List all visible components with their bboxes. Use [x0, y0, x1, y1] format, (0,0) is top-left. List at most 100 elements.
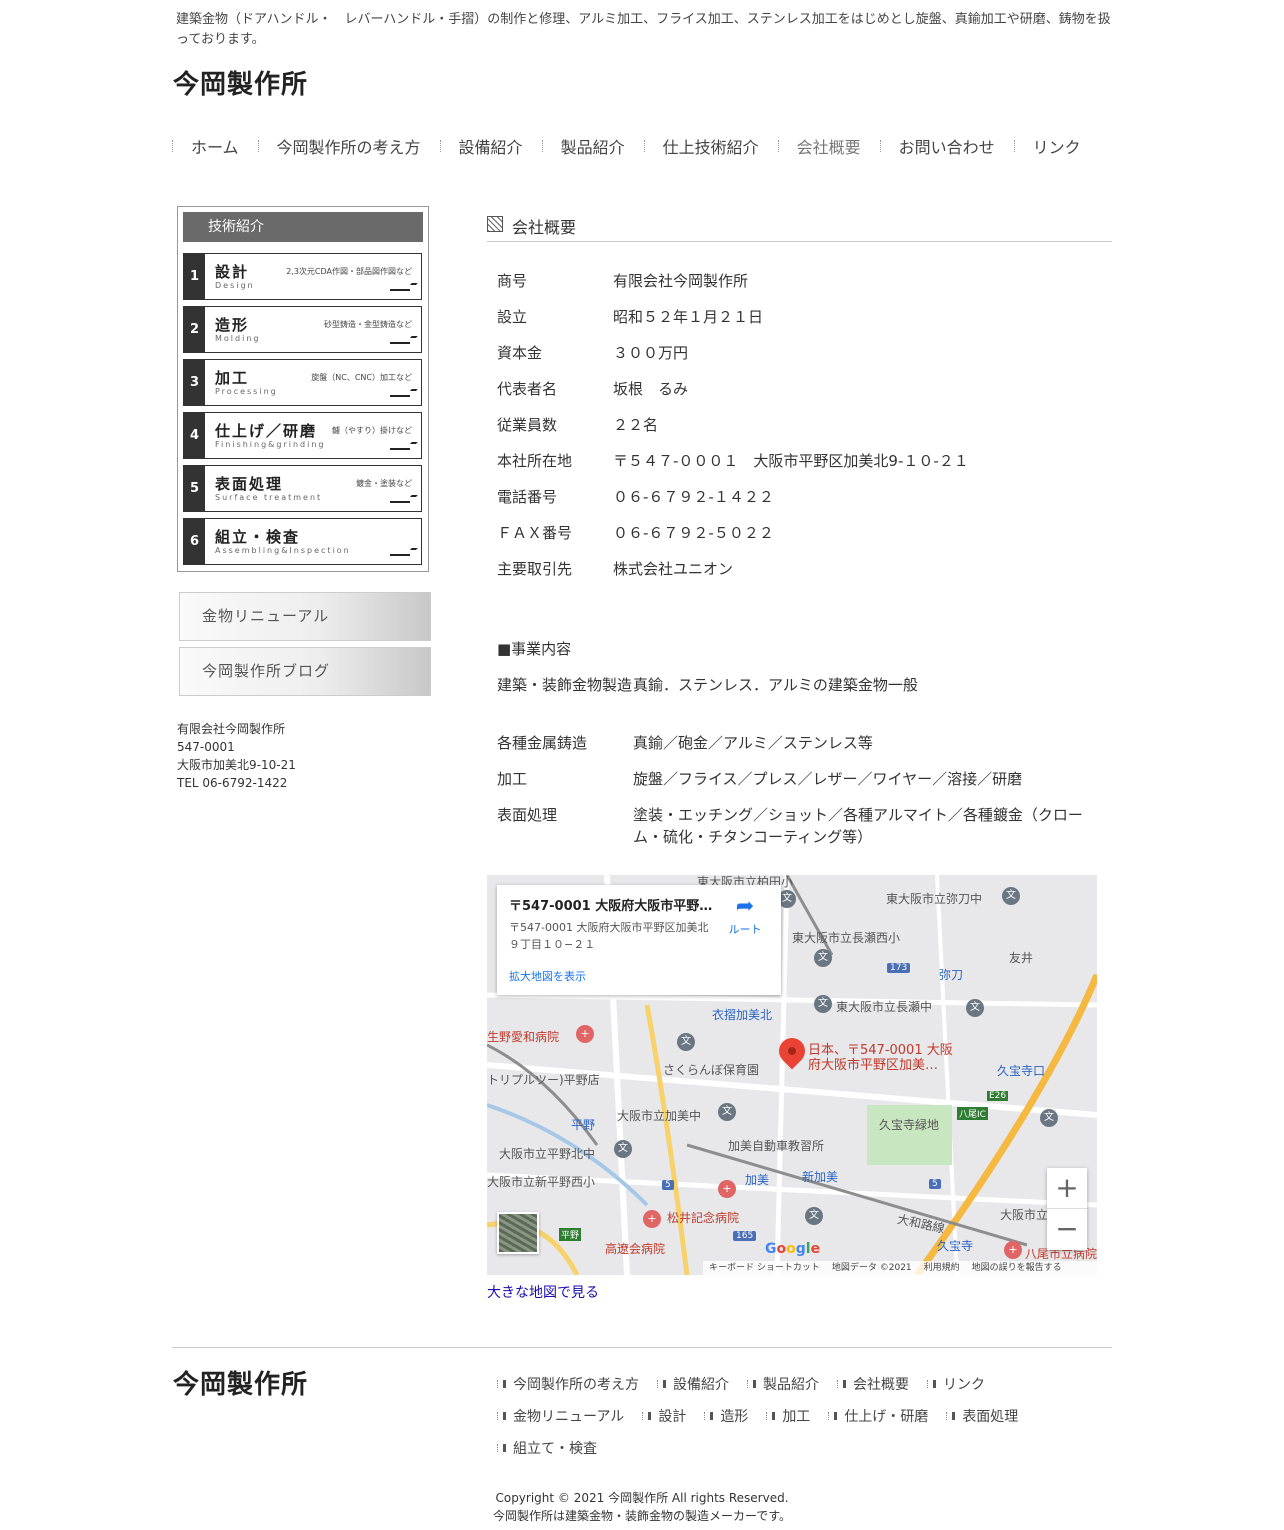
footer-link[interactable]: 仕上げ・研磨	[828, 1400, 928, 1432]
map-label: 大阪市立新平野西小	[487, 1175, 596, 1189]
map-label: 弥刀	[939, 968, 964, 982]
arrow-icon	[390, 551, 410, 556]
map-label: 衣摺加美北	[712, 1008, 773, 1022]
footer-link[interactable]: 加工	[766, 1400, 810, 1432]
profile-row: 代表者名 坂根 るみ	[497, 379, 689, 398]
footer-divider	[172, 1347, 1112, 1348]
profile-row: 商号 有限会社今岡製作所	[497, 271, 749, 290]
keyboard-shortcuts-link[interactable]: キーボード ショートカット	[709, 1261, 820, 1275]
profile-row: 従業員数 ２２名	[497, 415, 659, 434]
tech-item-assembly[interactable]: 6 組立・検査 Assembling&Inspection	[183, 518, 422, 565]
map-label: 久宝寺口	[997, 1064, 1046, 1078]
marker-label: 日本、〒547-0001 大阪府大阪市平野区加美…	[808, 1043, 953, 1073]
map-label: 大阪市立	[1000, 1208, 1049, 1222]
footer-link[interactable]: 表面処理	[946, 1400, 1018, 1432]
banner-blog[interactable]: 今岡製作所ブログ	[179, 647, 431, 696]
profile-row: 本社所在地 〒５４７-０００１ 大阪市平野区加美北9-１０-２１	[497, 451, 969, 470]
map-label: 平野	[571, 1118, 596, 1132]
tech-item-surface[interactable]: 5 表面処理 Surface treatment 鍍金・塗装など	[183, 465, 422, 512]
footer-link[interactable]: 金物リニューアル	[497, 1400, 624, 1432]
school-icon: 文	[814, 995, 832, 1013]
map-label: 東大阪市立長瀬中	[836, 1000, 933, 1014]
satellite-toggle[interactable]	[497, 1212, 539, 1254]
global-nav: ホーム 今岡製作所の考え方 設備紹介 製品紹介 仕上技術紹介 会社概要 お問い合…	[172, 130, 1112, 162]
map-label: 加美	[745, 1173, 770, 1187]
route-shield: 平野	[559, 1228, 582, 1241]
nav-item-equipment[interactable]: 設備紹介	[439, 130, 542, 162]
section-heading: 会社概要	[487, 212, 1112, 242]
map-attribution: キーボード ショートカット 地図データ ©2021 利用規約 地図の誤りを報告す…	[703, 1261, 1097, 1275]
school-icon: 文	[814, 949, 832, 967]
map-label: 大阪市立平野北中	[499, 1147, 596, 1161]
footer-link[interactable]: 造形	[704, 1400, 748, 1432]
info-title: 〒547-0001 大阪府大阪市平野…	[509, 899, 713, 914]
tech-item-molding[interactable]: 2 造形 Molding 砂型鋳造・金型鋳造など	[183, 306, 422, 353]
school-icon: 文	[805, 1207, 823, 1225]
business-row: 建築・装飾金物製造 真鍮．ステンレス．アルミの建築金物一般	[497, 676, 918, 694]
footer-link[interactable]: 組立て・検査	[497, 1432, 597, 1464]
nav-item-contact[interactable]: お問い合わせ	[879, 130, 1014, 162]
footer-link[interactable]: 今岡製作所の考え方	[497, 1368, 639, 1400]
map-data-credit: 地図データ ©2021	[831, 1263, 912, 1273]
map-label: 東大阪市立弥刀中	[886, 892, 983, 906]
footer-link[interactable]: 設備紹介	[657, 1368, 729, 1400]
map-label: 大阪市立加美中	[617, 1109, 702, 1123]
footer-link[interactable]: 設計	[642, 1400, 686, 1432]
map-label: さくらんぼ保育園	[663, 1063, 760, 1077]
nav-item-home[interactable]: ホーム	[172, 130, 258, 162]
business-row: 各種金属鋳造 真鍮／砲金／アルミ／ステンレス等	[497, 734, 873, 752]
report-error-link[interactable]: 地図の誤りを報告する	[972, 1261, 1062, 1275]
zoom-out-button[interactable]: −	[1047, 1209, 1087, 1250]
map-label: 高遼会病院	[605, 1242, 666, 1256]
terms-link[interactable]: 利用規約	[924, 1261, 960, 1275]
arrow-icon	[390, 339, 410, 344]
site-title[interactable]: 今岡製作所	[173, 64, 308, 101]
hospital-icon: +	[1004, 1241, 1022, 1259]
banner-renewal[interactable]: 金物リニューアル	[179, 592, 431, 641]
route-shield: 5	[929, 1179, 941, 1189]
footer-link[interactable]: 製品紹介	[747, 1368, 819, 1400]
large-map-link[interactable]: 大きな地図で見る	[487, 1282, 599, 1302]
school-icon: 文	[614, 1140, 632, 1158]
tech-item-finishing[interactable]: 4 仕上げ／研磨 Finishing&grinding 鑢（やすり）掛けなど	[183, 412, 422, 459]
tech-item-design[interactable]: 1 設計 Design 2,3次元CDA作図・部品図作図など	[183, 253, 422, 300]
hospital-icon: +	[718, 1180, 736, 1198]
zoom-in-button[interactable]: +	[1047, 1168, 1087, 1209]
address-company: 有限会社今岡製作所	[177, 722, 286, 736]
tech-item-processing[interactable]: 3 加工 Processing 旋盤（NC、CNC）加工など	[183, 359, 422, 406]
route-shield: 5	[662, 1180, 674, 1190]
nav-item-finishing[interactable]: 仕上技術紹介	[643, 130, 778, 162]
business-row: 表面処理 塗装・エッチング／ショット／各種アルマイト／各種鍍金（クローム・硫化・チ…	[497, 806, 1083, 846]
google-map[interactable]: 東大阪市立弥刀中 東大阪市立柏田小 東大阪市立長瀬西小 弥刀 友井 東大阪市立長…	[487, 875, 1097, 1275]
map-label: 東大阪市立長瀬西小	[792, 931, 901, 945]
nav-item-company[interactable]: 会社概要	[777, 130, 880, 162]
footer-link[interactable]: 会社概要	[837, 1368, 909, 1400]
profile-row: 主要取引先 株式会社ユニオン	[497, 559, 734, 578]
directions-button[interactable]: ➦ ルート	[725, 893, 765, 937]
map-label: 友井	[1009, 951, 1034, 965]
map-label: 加美自動車教習所	[728, 1139, 825, 1153]
profile-row: 電話番号 ０６-６７９２-１４２２	[497, 487, 774, 506]
map-label: 生野愛和病院	[487, 1030, 560, 1044]
footer-link[interactable]: リンク	[927, 1368, 985, 1400]
hatch-icon	[487, 216, 503, 232]
map-label: 久宝寺緑地	[879, 1118, 940, 1132]
nav-item-links[interactable]: リンク	[1013, 130, 1100, 162]
school-icon: 文	[1040, 1109, 1058, 1127]
footer-title[interactable]: 今岡製作所	[173, 1364, 308, 1401]
tech-menu-heading: 技術紹介	[183, 212, 423, 242]
school-icon: 文	[718, 1103, 736, 1121]
arrow-icon	[390, 445, 410, 450]
footer-tagline: 今岡製作所は建築金物・装飾金物の製造メーカーです。	[492, 1509, 792, 1523]
nav-item-products[interactable]: 製品紹介	[541, 130, 644, 162]
school-icon: 文	[1002, 887, 1020, 905]
route-shield: 173	[887, 963, 911, 973]
view-larger-map-link[interactable]: 拡大地図を表示	[509, 968, 586, 984]
route-shield: E26	[987, 1091, 1009, 1101]
school-icon: 文	[966, 999, 984, 1017]
address-tel: TEL 06-6792-1422	[177, 776, 288, 790]
address-zip: 547-0001	[177, 740, 235, 754]
school-icon: 文	[677, 1033, 695, 1051]
nav-item-philosophy[interactable]: 今岡製作所の考え方	[257, 130, 440, 162]
copyright: Copyright © 2021 今岡製作所 All rights Reserv…	[495, 1491, 789, 1505]
